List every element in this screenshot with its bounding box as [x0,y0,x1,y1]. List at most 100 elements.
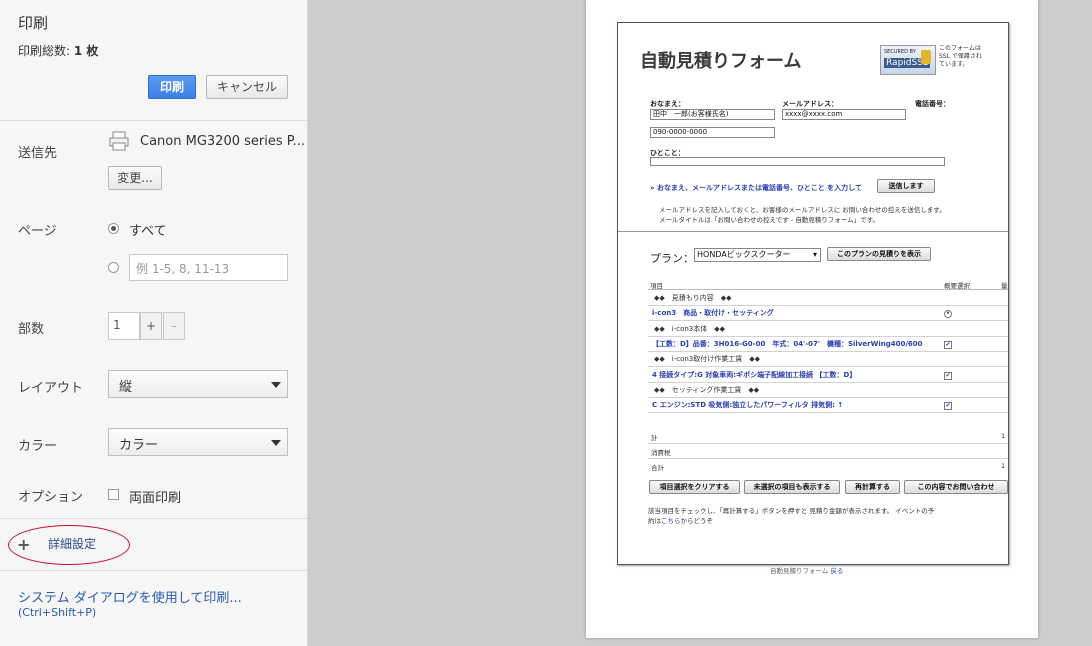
system-dialog-shortcut: (Ctrl+Shift+P) [18,606,97,619]
total-sheets: 印刷総数: 1 枚 [18,42,98,59]
print-preview-area[interactable]: 自動見積りフォーム SECURED BY RapidSSL このフォームは SS… [308,0,1092,646]
system-dialog-link[interactable]: システム ダイアログを使用して印刷... [18,587,242,606]
total-sheets-label: 印刷総数: [18,44,71,58]
destination-label: 送信先 [18,146,58,161]
plan-estimate-button: このプランの見積りを表示 [827,247,931,261]
preview-footer: 自動見積りフォーム 戻る [770,565,843,575]
email-label: メールアドレス： [782,100,838,108]
table-row: i-con3 商品・取付け・セッティング • [648,306,1008,322]
show-unselected-button: 未選択の項目も表示する [744,480,840,494]
change-destination-button[interactable]: 変更... [108,166,162,190]
table-row-text: ◆◆ i-con3取付け作業工賃 ◆◆ [654,355,761,364]
chevron-down-icon [271,440,281,446]
footer-link: 戻る [830,567,844,575]
email-field: xxxx@xxxx.com [782,109,906,120]
pages-custom-radio[interactable] [108,262,119,273]
pages-custom-input[interactable]: 例 1-5, 8, 11-13 [129,254,288,281]
ssl-badge-line1: SECURED BY [884,49,916,55]
printer-name: Canon MG3200 series P... [140,134,305,149]
layout-select-value: 縦 [119,380,133,395]
table-row: ◆◆ i-con3取付け作業工賃 ◆◆ [648,352,1008,368]
table-row: ◆◆ セッティング作業工賃 ◆◆ [648,383,1008,398]
divider [0,518,307,519]
duplex-label: 両面印刷 [129,491,182,506]
grand-total-value: 1 [1001,462,1006,470]
note-line1: 該当項目をチェックし、「再計算する」ボタンを押すと 見積り金額が表示されます。 … [648,507,935,515]
divider [648,443,1008,444]
plan-select: HONDAビックスクーター ▾ [694,248,821,262]
table-row-text: ◆◆ i-con3本体 ◆◆ [654,324,726,333]
table-row-text: C エンジン:STD 吸気側:独立したパワーフィルタ 排気側: ↑ [652,401,844,410]
note-line2: 約はこちらからどうぞ [648,515,713,525]
table-header-divider [648,289,1008,290]
color-select-value: カラー [119,438,159,453]
checkbox-icon: ✔ [944,371,952,380]
print-button[interactable]: 印刷 [148,75,196,99]
contact-button: この内容でお問い合わせ [904,480,1008,494]
highlight-ellipse [8,525,130,565]
clear-selection-button: 項目選択をクリアする [649,480,740,494]
plan-select-value: HONDAビックスクーター [697,250,791,259]
table-row: ◆◆ 見積もり内容 ◆◆ [648,291,1008,306]
table-row: 4 接続タイプ:G 対象車両:ギボシ端子配線加工接続 【工数：D】 ✔ [648,368,1008,383]
note-line2-prefix: 約は [648,517,661,525]
preview-page: 自動見積りフォーム SECURED BY RapidSSL このフォームは SS… [586,0,1038,638]
table-row-text: ◆◆ 見積もり内容 ◆◆ [654,294,732,302]
send-instruction: » おなまえ、メールアドレスまたは電話番号、ひとこと を入力して [650,184,862,192]
divider [0,570,307,571]
table-row: ◆◆ i-con3本体 ◆◆ [648,322,1008,337]
pages-label: ページ [18,224,57,239]
copies-input[interactable]: 1 [108,312,140,340]
table-row-text: ◆◆ セッティング作業工賃 ◆◆ [654,385,760,394]
chevron-down-icon [271,382,281,388]
ssl-badge: SECURED BY RapidSSL [880,45,936,75]
divider [648,458,1008,459]
checkbox-icon: ✔ [944,402,952,411]
options-label: オプション [18,490,84,505]
name-field: 田中 一郎(お客様氏名) [650,109,775,120]
tax-label: 消費税 [651,449,671,457]
table-row-text: i-con3 商品・取付け・セッティング [652,309,774,318]
color-label: カラー [18,439,58,454]
total-label: 計 [651,434,658,442]
grand-total-label: 合計 [651,464,664,472]
printer-icon [109,131,129,151]
table-row-text: 4 接続タイプ:G 対象車両:ギボシ端子配線加工接続 【工数：D】 [652,370,857,379]
total-sheets-value: 1 枚 [73,44,99,58]
footer-text: 自動見積りフォーム [770,567,829,575]
info-line2: メールタイトルは「お問い合わせの控えです - 自動見積りフォーム」です。 [659,216,879,224]
checkbox-icon: ✔ [944,340,952,349]
copies-label: 部数 [18,322,45,337]
plan-label: プラン： [650,252,694,265]
layout-label: レイアウト [18,381,84,396]
print-settings-panel: 印刷 印刷総数: 1 枚 印刷 キャンセル 送信先 Canon MG3200 s… [0,0,308,646]
table-row-text: 【工数：D】品番：3H016-G0-00 年式：04'-07' 機種：Silve… [652,339,923,348]
phone-field: 090-0000-0000 [650,127,775,138]
comment-field [650,157,945,166]
name-label: おなまえ： [650,100,685,108]
duplex-checkbox[interactable] [108,489,119,500]
total-value: 1 [1001,432,1006,440]
copies-decrement-button[interactable]: – [163,312,185,340]
cancel-button[interactable]: キャンセル [206,75,288,99]
pages-all-radio[interactable] [108,223,119,234]
copies-increment-button[interactable]: + [140,312,162,340]
pages-all-label: すべて [129,224,167,239]
lock-icon [921,50,931,64]
radio-icon: • [944,310,952,319]
ssl-note: このフォームは SSL で保護されています。 [939,45,982,68]
table-row: C エンジン:STD 吸気側:独立したパワーフィルタ 排気側: ↑ ✔ [648,398,1008,414]
estimate-form-preview: 自動見積りフォーム SECURED BY RapidSSL このフォームは SS… [617,22,1009,565]
recalculate-button: 再計算する [845,480,900,494]
send-button: 送信します [877,179,935,193]
color-select[interactable]: カラー [108,428,288,456]
note-line2-suffix: からどうぞ [680,517,714,525]
layout-select[interactable]: 縦 [108,370,288,398]
divider [0,120,307,121]
info-line1: メールアドレスを記入しておくと、お客様のメールアドレスに お問い合わせの控えを送… [659,206,946,214]
form-title: 自動見積りフォーム [640,51,802,72]
section-divider [618,231,1008,232]
panel-title: 印刷 [18,14,49,32]
note-link: こちら [661,517,681,525]
phone-label: 電話番号： [915,100,950,108]
